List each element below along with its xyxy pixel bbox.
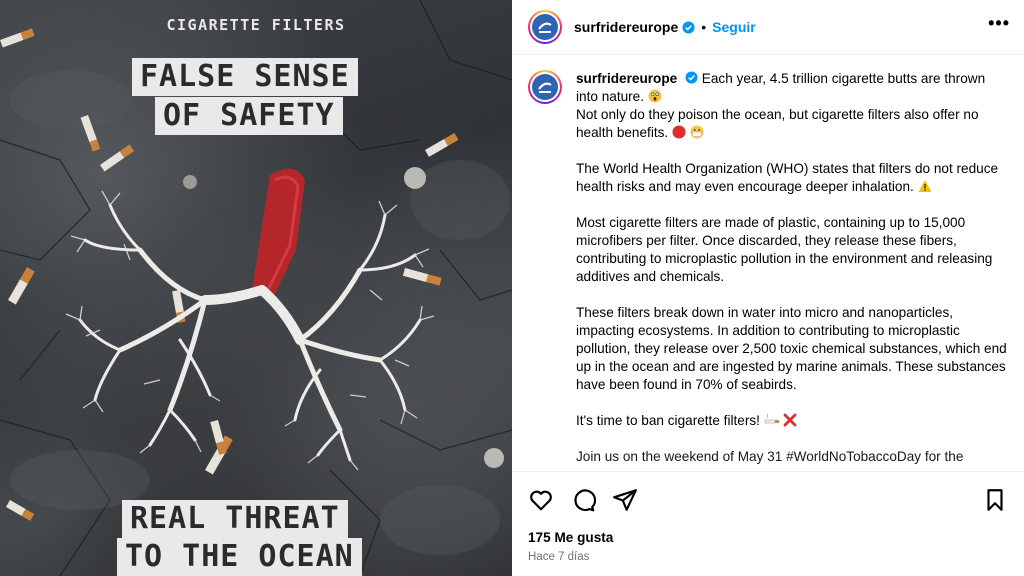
post-details-panel: surfridereurope • Seguir ••• surfridereu… [512,0,1024,576]
poster-footer-line2: TO THE OCEAN [117,538,362,576]
caption-avatar[interactable] [528,70,562,104]
separator-dot: • [701,19,707,35]
poster-headline-line1: FALSE SENSE [132,58,358,96]
post-header: surfridereurope • Seguir ••• [512,0,1024,55]
poster-footer-line1: REAL THREAT [122,500,348,538]
avatar[interactable] [528,10,562,44]
poster-kicker: CIGARETTE FILTERS [166,16,346,34]
post-caption: surfridereurope Each year, 4.5 trillion … [576,70,1008,470]
follow-button[interactable]: Seguir [712,19,756,35]
red-circle-emoji-icon [672,125,686,139]
post-actions: 175 Me gusta Hace 7 días [512,471,1024,576]
caption-paragraph-6-truncated: Join us on the weekend of May 31 #WorldN… [576,449,964,464]
caption-paragraph-3: Most cigarette filters are made of plast… [576,215,993,284]
comment-icon[interactable] [570,487,596,513]
poster-headline-line2: OF SAFETY [155,97,343,135]
bookmark-save-icon[interactable] [982,487,1008,513]
like-heart-icon[interactable] [528,487,554,513]
caption-paragraph-4: These filters break down in water into m… [576,305,1007,392]
cigarette-emoji-icon [764,413,779,424]
caption-paragraph-1b: Not only do they poison the ocean, but c… [576,107,979,140]
mask-face-emoji-icon [690,125,704,139]
caption-area[interactable]: surfridereurope Each year, 4.5 trillion … [512,56,1024,470]
caption-paragraph-5: It's time to ban cigarette filters! [576,413,760,428]
more-options-icon[interactable]: ••• [988,13,1010,34]
caption-paragraph-2: The World Health Organization (WHO) stat… [576,161,999,194]
verified-badge-icon [682,20,695,34]
verified-badge-icon [685,71,698,84]
cross-mark-emoji-icon [784,413,797,427]
surfrider-logo-icon [538,22,552,33]
warning-emoji-icon [918,180,932,192]
post-image[interactable]: CIGARETTE FILTERS FALSE SENSE OF SAFETY … [0,0,512,576]
post-timestamp[interactable]: Hace 7 días [528,551,1008,563]
share-send-icon[interactable] [612,487,638,513]
likes-count[interactable]: 175 Me gusta [528,530,1008,545]
surfrider-logo-icon [538,82,552,93]
shocked-face-emoji-icon [648,89,662,103]
header-username[interactable]: surfridereurope [574,19,678,35]
caption-username[interactable]: surfridereurope [576,71,677,86]
